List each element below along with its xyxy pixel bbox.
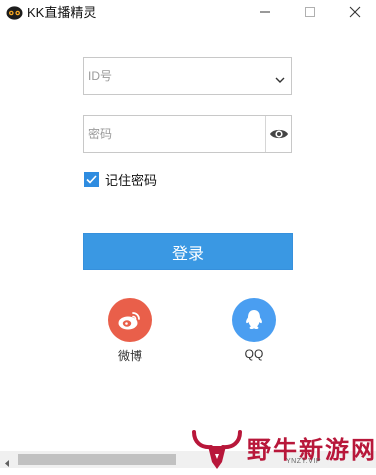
password-field[interactable]: 密码 [83, 115, 292, 153]
minimize-icon [260, 11, 270, 13]
maximize-icon [305, 7, 315, 17]
login-button[interactable]: 登录 [83, 233, 293, 270]
eye-icon [269, 129, 288, 139]
maximize-button[interactable] [299, 2, 321, 22]
close-button[interactable] [344, 2, 366, 22]
remember-password[interactable]: 记住密码 [84, 170, 157, 189]
qq-icon [246, 310, 262, 329]
weibo-login[interactable]: 微博 [108, 298, 152, 363]
chevron-down-icon[interactable] [275, 71, 285, 89]
title-bar: KK直播精灵 [0, 0, 376, 26]
window-title: KK直播精灵 [27, 5, 97, 20]
remember-checkbox[interactable] [84, 172, 99, 187]
qq-button[interactable] [232, 298, 276, 342]
watermark: 野牛新游网 YNZY.VIP [191, 428, 375, 472]
weibo-icon [118, 312, 140, 330]
qq-login[interactable]: QQ [232, 298, 276, 361]
bull-logo-icon [192, 430, 242, 469]
close-icon [349, 6, 361, 18]
id-field[interactable]: ID号 [83, 57, 292, 95]
app-icon [6, 5, 23, 20]
watermark-subtext: YNZY.VIP [286, 458, 321, 465]
remember-label: 记住密码 [105, 173, 158, 188]
check-icon [86, 175, 97, 184]
weibo-label: 微博 [117, 349, 142, 363]
qq-label: QQ [244, 347, 264, 361]
minimize-button[interactable] [254, 2, 276, 22]
scrollbar-thumb[interactable] [18, 454, 176, 465]
password-input-placeholder: 密码 [88, 127, 113, 141]
weibo-button[interactable] [108, 298, 152, 342]
show-password-toggle[interactable] [265, 116, 291, 152]
scroll-left-icon[interactable] [3, 455, 11, 473]
id-input-placeholder: ID号 [88, 69, 113, 83]
